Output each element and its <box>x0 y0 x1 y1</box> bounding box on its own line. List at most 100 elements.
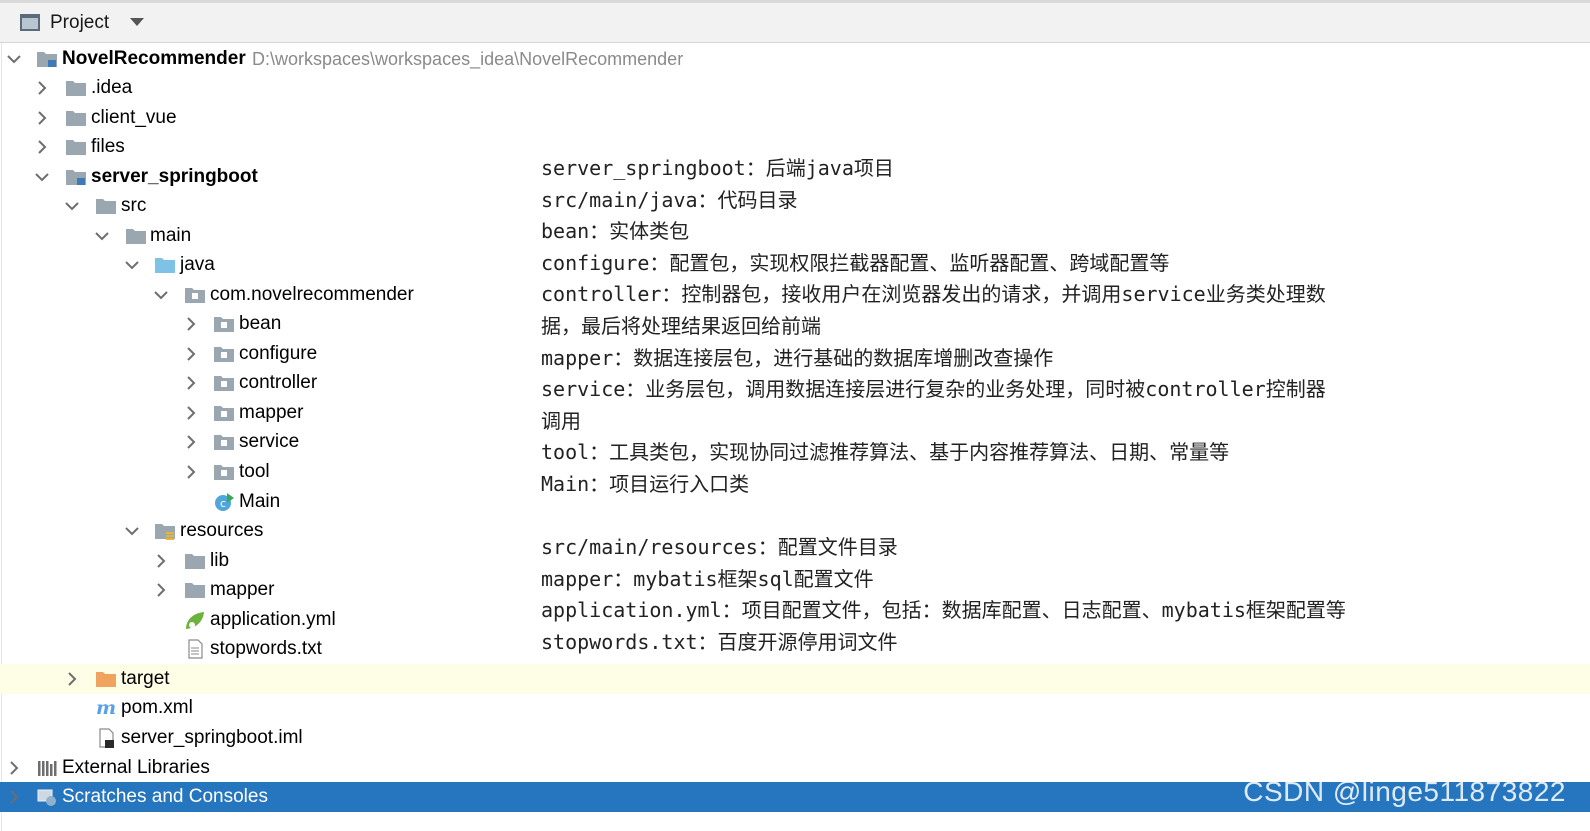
project-view-icon <box>20 14 40 31</box>
note-line: src/main/java：代码目录 <box>541 187 798 212</box>
scratches-icon <box>36 786 58 808</box>
annotation-notes: server_springboot：后端java项目 src/main/java：… <box>541 153 1346 659</box>
chevron-right-icon[interactable] <box>153 553 169 569</box>
package-icon <box>213 343 235 365</box>
note-line: 调用 <box>541 408 581 433</box>
tree-node-idea[interactable]: .idea <box>0 73 1590 103</box>
chevron-right-icon[interactable] <box>34 110 50 126</box>
tree-label: server_springboot.iml <box>121 727 303 748</box>
chevron-right-icon[interactable] <box>64 671 80 687</box>
folder-icon <box>125 225 147 247</box>
note-line: mapper：mybatis框架sql配置文件 <box>541 566 874 591</box>
tree-node-target[interactable]: target <box>0 664 1590 694</box>
chevron-right-icon[interactable] <box>34 139 50 155</box>
package-icon <box>213 461 235 483</box>
note-line: 据，最后将处理结果返回给前端 <box>541 313 821 338</box>
chevron-right-icon[interactable] <box>6 789 22 805</box>
tree-label: server_springboot <box>91 166 258 187</box>
tree-label: target <box>121 668 170 689</box>
note-line: controller：控制器包，接收用户在浏览器发出的请求，并调用service… <box>541 282 1326 307</box>
chevron-right-icon[interactable] <box>183 405 199 421</box>
chevron-right-icon[interactable] <box>183 464 199 480</box>
tree-node-client-vue[interactable]: client_vue <box>0 103 1590 133</box>
text-file-icon <box>184 638 206 660</box>
excluded-folder-icon <box>95 668 117 690</box>
note-line: tool：工具类包，实现协同过滤推荐算法、基于内容推荐算法、日期、常量等 <box>541 440 1230 465</box>
chevron-down-icon[interactable] <box>34 169 50 185</box>
libraries-icon <box>36 757 58 779</box>
module-folder-icon <box>36 48 58 70</box>
panel-title[interactable]: Project <box>50 12 109 34</box>
folder-icon <box>65 107 87 129</box>
package-icon <box>213 372 235 394</box>
note-line: configure：配置包，实现权限拦截器配置、监听器配置、跨域配置等 <box>541 250 1170 275</box>
chevron-right-icon[interactable] <box>183 434 199 450</box>
chevron-down-icon[interactable] <box>153 287 169 303</box>
chevron-down-icon[interactable] <box>64 198 80 214</box>
project-panel-header: Project <box>0 0 1590 43</box>
spring-config-icon <box>184 609 206 631</box>
tree-label: com.novelrecommender <box>210 284 414 305</box>
chevron-right-icon[interactable] <box>183 346 199 362</box>
root-path: D:\workspaces\workspaces_idea\NovelRecom… <box>252 49 684 69</box>
watermark: CSDN @linge511873822 <box>1243 776 1566 807</box>
note-line: Main：项目运行入口类 <box>541 471 750 496</box>
note-line: application.yml：项目配置文件，包括：数据库配置、日志配置、myb… <box>541 598 1346 623</box>
tree-node-pom[interactable]: pom.xml <box>0 693 1590 723</box>
chevron-right-icon[interactable] <box>34 80 50 96</box>
note-line: server_springboot：后端java项目 <box>541 156 894 180</box>
tree-label: application.yml <box>210 609 336 630</box>
tree-label: bean <box>239 313 282 334</box>
folder-icon <box>95 195 117 217</box>
java-class-icon <box>213 491 235 513</box>
tree-label: resources <box>180 520 264 541</box>
tree-label: configure <box>239 343 318 364</box>
tree-label: main <box>150 225 192 246</box>
tree-label: Scratches and Consoles <box>62 786 268 807</box>
note-line: bean：实体类包 <box>541 219 690 244</box>
tree-label: client_vue <box>91 107 177 128</box>
tree-label: lib <box>210 550 230 571</box>
note-line: mapper：数据连接层包，进行基础的数据库增删改查操作 <box>541 345 1054 370</box>
tree-label: mapper <box>210 579 275 600</box>
chevron-down-icon[interactable] <box>124 523 140 539</box>
chevron-down-icon[interactable] <box>94 228 110 244</box>
note-line: service：业务层包，调用数据连接层进行复杂的业务处理，同时被control… <box>541 377 1326 402</box>
tree-label: controller <box>239 372 318 393</box>
module-file-icon <box>95 727 117 749</box>
chevron-down-icon[interactable] <box>130 18 144 26</box>
note-line: stopwords.txt：百度开源停用词文件 <box>541 629 898 654</box>
tree-label: stopwords.txt <box>210 638 322 659</box>
folder-icon <box>184 550 206 572</box>
tree-label: pom.xml <box>121 697 193 718</box>
tree-label: service <box>239 431 300 452</box>
tree-label: java <box>180 254 215 275</box>
tree-label: mapper <box>239 402 304 423</box>
chevron-down-icon[interactable] <box>124 257 140 273</box>
tree-label: src <box>121 195 147 216</box>
package-icon <box>213 402 235 424</box>
tree-label: Main <box>239 491 281 512</box>
package-icon <box>213 313 235 335</box>
chevron-down-icon[interactable] <box>6 51 22 67</box>
chevron-right-icon[interactable] <box>153 582 169 598</box>
chevron-right-icon[interactable] <box>183 375 199 391</box>
source-folder-icon <box>154 254 176 276</box>
resources-folder-icon <box>154 520 176 542</box>
folder-icon <box>65 136 87 158</box>
root-label: NovelRecommender <box>62 48 246 69</box>
maven-icon <box>95 697 117 719</box>
package-icon <box>213 431 235 453</box>
tree-label: .idea <box>91 77 133 98</box>
tree-node-iml[interactable]: server_springboot.iml <box>0 723 1590 753</box>
tree-label: tool <box>239 461 270 482</box>
chevron-right-icon[interactable] <box>183 316 199 332</box>
package-icon <box>184 284 206 306</box>
tree-node-root[interactable]: NovelRecommender D:\workspaces\workspace… <box>0 44 1590 74</box>
tree-label: files <box>91 136 125 157</box>
note-line: src/main/resources：配置文件目录 <box>541 535 898 560</box>
chevron-right-icon[interactable] <box>6 760 22 776</box>
folder-icon <box>184 579 206 601</box>
folder-icon <box>65 77 87 99</box>
note-line <box>541 501 1346 533</box>
